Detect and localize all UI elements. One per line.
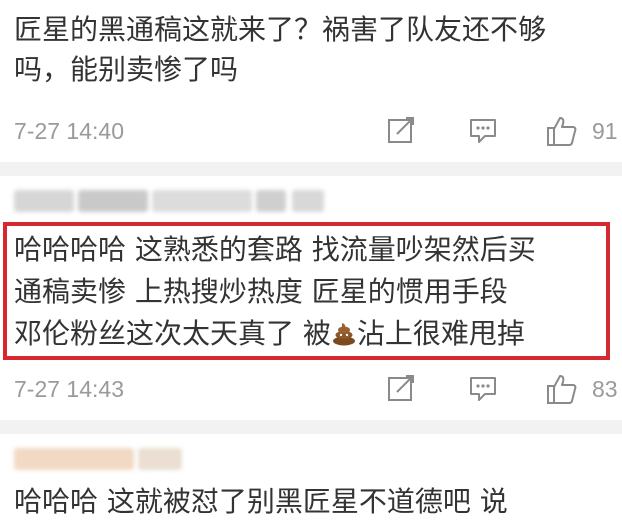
timestamp: 7-27 14:40 xyxy=(14,118,124,144)
like-count: 83 xyxy=(592,376,618,402)
blurred-name-segment xyxy=(78,190,148,212)
divider xyxy=(0,162,622,176)
thumbs-up-icon[interactable] xyxy=(545,372,579,406)
blurred-name-segment xyxy=(256,190,286,212)
comment-1-meta: 7-27 14:40 91 xyxy=(0,112,622,152)
comment-2-meta: 7-27 14:43 83 xyxy=(0,370,622,410)
blurred-username xyxy=(14,448,184,472)
comment-1-line-2: 吗，能别卖惨了吗 xyxy=(14,53,239,86)
blurred-name-segment xyxy=(292,190,324,212)
comment-2-line-2: 通稿卖惨 上热搜炒热度 匠星的惯用手段 xyxy=(14,275,508,308)
comment-3-partial-line: 哈哈哈 这就被怼了别黑匠星不道德吧 说 xyxy=(14,485,508,518)
poop-emoji-icon xyxy=(332,323,355,346)
blurred-name-segment xyxy=(14,190,74,212)
blurred-username xyxy=(14,188,324,212)
blurred-name-segment xyxy=(138,448,182,470)
divider xyxy=(0,420,622,434)
blurred-name-segment xyxy=(152,190,252,212)
share-edit-icon[interactable] xyxy=(385,372,417,404)
comment-2-line-3: 邓伦粉丝这次太天真了 被 沾上很难甩掉 xyxy=(14,314,525,354)
comment-bubble-icon[interactable] xyxy=(467,114,499,146)
comment-2-line-3-start: 邓伦粉丝这次太天真了 被 xyxy=(14,317,331,350)
thumbs-up-icon[interactable] xyxy=(545,114,579,148)
comment-1-line-1: 匠星的黑通稿这就来了？祸害了队友还不够 xyxy=(14,13,547,46)
like-count: 91 xyxy=(592,118,618,144)
comment-2-line-1: 哈哈哈哈 这熟悉的套路 找流量吵架然后买 xyxy=(14,233,536,266)
blurred-name-segment xyxy=(14,448,134,470)
share-edit-icon[interactable] xyxy=(385,114,417,146)
comment-bubble-icon[interactable] xyxy=(467,372,499,404)
comment-2-line-3-end: 沾上很难甩掉 xyxy=(356,317,525,350)
timestamp: 7-27 14:43 xyxy=(14,376,124,402)
